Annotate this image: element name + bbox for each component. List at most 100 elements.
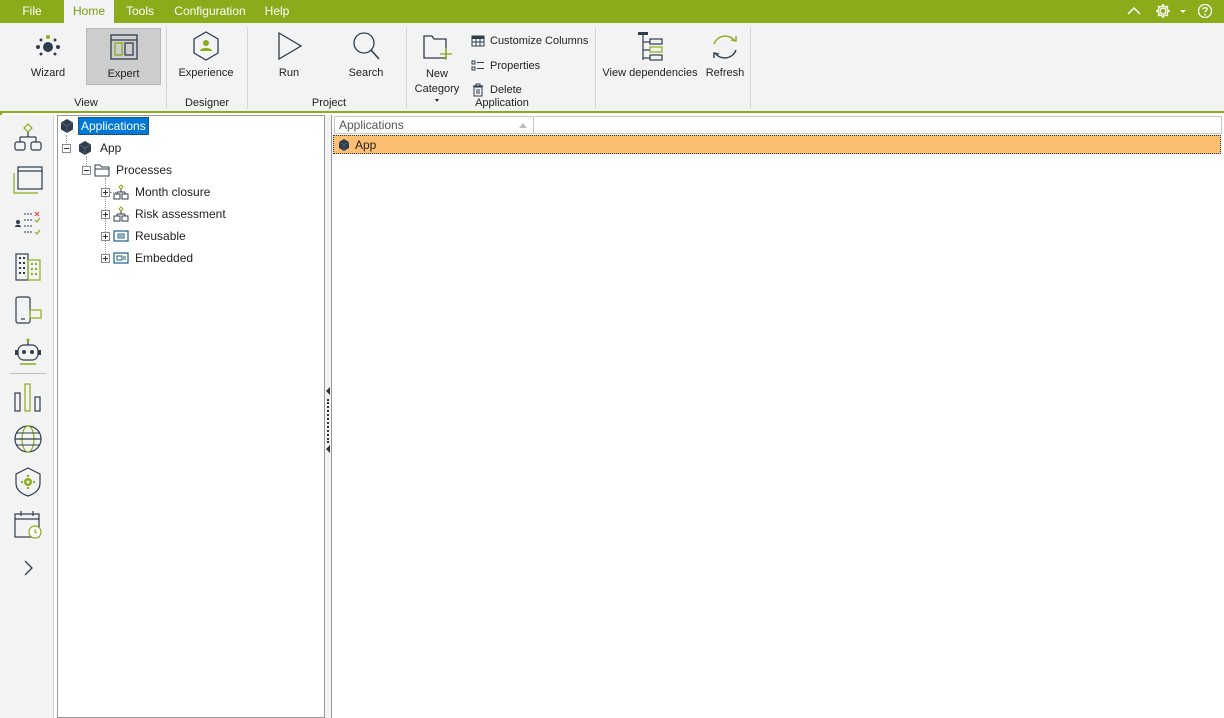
tree-node-reusable[interactable]: Reusable [101, 227, 188, 245]
applications-grid: Applications App [331, 115, 1224, 718]
play-icon [278, 31, 303, 61]
run-label: Run [278, 67, 300, 79]
dropdown-arrow-icon [435, 99, 439, 102]
menu-tools[interactable]: Tools [114, 0, 166, 23]
robot-icon[interactable] [12, 337, 44, 369]
globe-icon[interactable] [12, 423, 44, 455]
properties-button[interactable]: Properties [471, 57, 540, 75]
tree-label-process: Embedded [135, 251, 194, 265]
experience-button[interactable]: Experience [176, 28, 236, 85]
customize-columns-button[interactable]: Customize Columns [471, 32, 588, 50]
ribbon-separator [595, 27, 596, 109]
expert-button[interactable]: Expert [86, 28, 161, 85]
designer-group-label: Designer [184, 97, 230, 109]
application-cube-icon [60, 119, 74, 133]
wizard-label: Wizard [30, 67, 66, 79]
search-label: Search [348, 67, 384, 79]
menu-file[interactable]: File [0, 0, 64, 23]
scheduler-icon[interactable] [12, 509, 44, 541]
rail-separator [10, 373, 46, 374]
properties-label: Properties [490, 60, 541, 72]
refresh-icon [713, 35, 737, 59]
reusable-process-icon [113, 230, 129, 242]
process-modeler-icon[interactable] [12, 122, 44, 154]
collapse-toggle[interactable] [62, 143, 71, 153]
tree-node-processes[interactable]: Processes [82, 161, 174, 179]
tree-node-applications[interactable]: Applications [60, 117, 149, 135]
tree-node-month-closure[interactable]: Month closure [101, 183, 212, 201]
application-tree: Applications App Processes Month closure [57, 115, 325, 718]
run-button[interactable]: Run [263, 28, 315, 85]
splitter-grip [327, 399, 329, 443]
forms-icon[interactable] [12, 165, 44, 197]
tree-label-process: Month closure [135, 185, 211, 199]
tree-label-processes: Processes [116, 163, 173, 177]
tree-node-app[interactable]: App [62, 139, 123, 157]
table-icon [471, 35, 485, 47]
tree-node-risk-assessment[interactable]: Risk assessment [101, 205, 228, 223]
tree-node-embedded[interactable]: Embedded [101, 249, 195, 267]
embedded-process-icon [113, 252, 129, 264]
wizard-button[interactable]: Wizard [23, 28, 73, 85]
chevron-right-icon[interactable] [12, 552, 44, 584]
security-shield-icon[interactable] [12, 466, 44, 498]
collapse-ribbon-icon[interactable] [1125, 2, 1143, 20]
properties-icon [471, 60, 484, 71]
tree-label-app: App [100, 141, 122, 155]
experience-label: Experience [178, 67, 234, 79]
help-icon[interactable] [1196, 2, 1214, 20]
column-header-applications[interactable]: Applications [335, 117, 534, 133]
sort-ascending-icon [519, 123, 527, 128]
tree-label-applications: Applications [78, 117, 149, 135]
new-folder-icon [423, 35, 452, 60]
new-category-label-line2: Category [414, 83, 460, 95]
experience-icon [193, 31, 219, 61]
analytics-icon[interactable] [12, 381, 44, 413]
tree-label-process: Reusable [135, 229, 186, 243]
gear-icon[interactable] [1154, 2, 1172, 20]
column-header-label: Applications [339, 118, 404, 132]
application-cube-icon [338, 138, 350, 151]
expand-toggle[interactable] [101, 231, 110, 241]
refresh-button[interactable]: Refresh [703, 28, 747, 85]
project-group-label: Project [311, 97, 347, 109]
menu-bar: File Home Tools Configuration Help [0, 0, 1224, 23]
gear-dropdown-icon[interactable] [1178, 2, 1188, 20]
trash-icon [473, 83, 483, 97]
expert-label: Expert [107, 68, 140, 80]
expand-toggle[interactable] [101, 187, 110, 197]
rules-icon[interactable] [12, 208, 44, 240]
devices-icon[interactable] [12, 294, 44, 326]
menu-home[interactable]: Home [64, 0, 114, 23]
new-category-label-line1: New [425, 68, 448, 80]
collapse-left-arrow-icon[interactable] [326, 445, 330, 453]
view-group-label: View [74, 97, 98, 109]
dependencies-icon [638, 32, 663, 61]
refresh-label: Refresh [705, 67, 745, 79]
grid-cell-application: App [355, 137, 377, 152]
expand-toggle[interactable] [101, 253, 110, 263]
view-dependencies-button[interactable]: View dependencies [601, 28, 699, 85]
collapse-toggle[interactable] [82, 165, 91, 175]
delete-label: Delete [490, 84, 522, 96]
process-icon [113, 206, 129, 222]
menu-help[interactable]: Help [254, 0, 300, 23]
expand-toggle[interactable] [101, 209, 110, 219]
entities-icon[interactable] [12, 251, 44, 283]
new-category-button[interactable]: New Category [412, 28, 462, 102]
grid-header: Applications [334, 116, 1222, 134]
customize-columns-label: Customize Columns [490, 35, 589, 47]
menu-configuration[interactable]: Configuration [166, 0, 254, 23]
ribbon-separator [247, 27, 248, 109]
search-icon [353, 32, 380, 60]
application-cube-icon [78, 141, 92, 155]
ribbon-separator [750, 27, 751, 109]
navigation-rail [0, 115, 54, 718]
ribbon-separator [406, 27, 407, 109]
ribbon-separator [166, 27, 167, 109]
collapse-left-arrow-icon[interactable] [326, 387, 330, 395]
search-button[interactable]: Search [340, 28, 392, 85]
expert-icon [109, 34, 138, 60]
view-dependencies-label: View dependencies [602, 67, 698, 79]
grid-row[interactable]: App [333, 135, 1221, 154]
